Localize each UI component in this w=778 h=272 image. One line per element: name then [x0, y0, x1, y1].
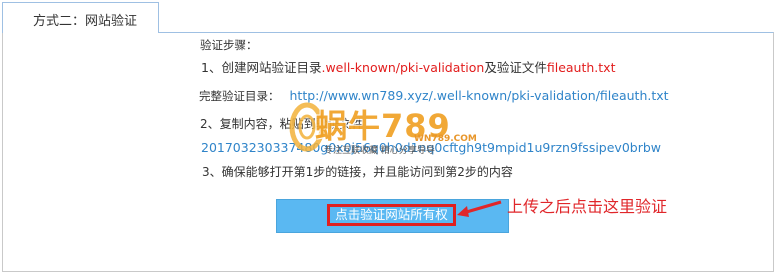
- steps-title: 验证步骤：: [200, 38, 258, 52]
- tab-website-verification[interactable]: 方式二：网站验证: [2, 2, 159, 33]
- tab-label: 方式二：网站验证: [33, 14, 138, 29]
- step-3: 3、确保能够打开第1步的链接，并且能访问到第2步的内容: [202, 165, 513, 179]
- step-1-middle: 及验证文件: [484, 60, 547, 75]
- step-1: 1、创建网站验证目录.well-known/pki-validation及验证文…: [201, 61, 615, 75]
- full-dir-label: 完整验证目录：: [199, 89, 280, 103]
- full-dir-url[interactable]: http://www.wn789.xyz/.well-known/pki-val…: [290, 88, 669, 103]
- validation-dir: .well-known/pki-validation: [321, 60, 485, 75]
- step-2-prefix: 2、复制内容，粘贴到验证文件: [200, 117, 364, 131]
- verify-button-label: 点击验证网站所有权: [327, 204, 456, 226]
- validation-file: fileauth.txt: [546, 60, 616, 75]
- full-dir-row: 完整验证目录： http://www.wn789.xyz/.well-known/…: [199, 88, 669, 104]
- validation-code[interactable]: 201703230337480g0x0j56q0h0d1nq0cftgh9t9m…: [201, 141, 661, 155]
- step-2: 2、复制内容，粘贴到验证文件: [200, 117, 364, 131]
- upload-hint-annotation: 上传之后点击这里验证: [507, 197, 668, 216]
- step-1-prefix: 1、创建网站验证目录: [201, 60, 322, 75]
- arrow-icon: [457, 200, 502, 217]
